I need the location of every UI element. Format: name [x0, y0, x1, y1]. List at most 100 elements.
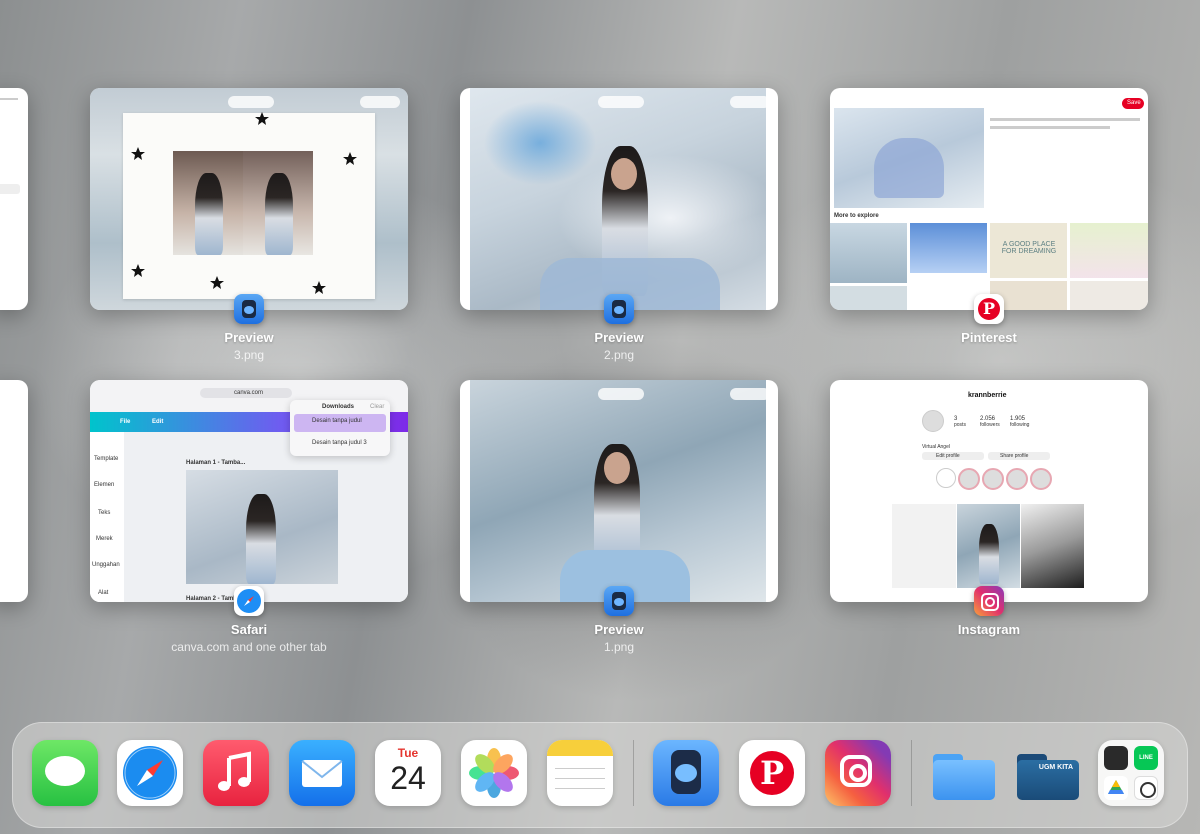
- preview-3-card[interactable]: [90, 88, 408, 310]
- camera-lens-icon: [849, 764, 867, 782]
- person-figure: [979, 524, 999, 584]
- calendar-icon[interactable]: Tue 24: [375, 740, 441, 806]
- app-name: Instagram: [957, 622, 1021, 637]
- music-icon[interactable]: [203, 740, 269, 806]
- explore-tile[interactable]: [830, 223, 907, 283]
- ig-post-thumb[interactable]: [892, 504, 956, 588]
- app-library-stack-icon[interactable]: LINE: [1098, 740, 1164, 806]
- canva-page-image[interactable]: [186, 470, 338, 584]
- pinterest-logo: P: [978, 298, 1000, 320]
- pin-figures: [874, 138, 944, 198]
- app-name: Preview: [224, 330, 274, 345]
- music-note-icon: [218, 751, 251, 791]
- photos-icon[interactable]: [461, 740, 527, 806]
- sidebar-item-merek[interactable]: Merek: [96, 536, 113, 542]
- pin-description-line: [990, 126, 1110, 129]
- ig-edit-profile-button[interactable]: Edit profile: [922, 452, 984, 460]
- download-filename: Desain tanpa judul 3: [312, 440, 367, 446]
- messages-icon[interactable]: [32, 740, 98, 806]
- pin-image: [834, 108, 984, 208]
- star-icon: [255, 112, 269, 125]
- instagram-icon[interactable]: [825, 740, 891, 806]
- pin-save-button[interactable]: Save: [1122, 98, 1144, 109]
- instagram-card[interactable]: krannberrie 3 posts 2.056 followers 1.90…: [830, 380, 1148, 602]
- ig-highlight[interactable]: [1006, 468, 1028, 490]
- explore-tile[interactable]: [1070, 223, 1148, 278]
- explore-tile[interactable]: A GOOD PLACE FOR DREAMING: [990, 223, 1067, 278]
- notes-line: [555, 768, 605, 769]
- chatgpt-logo: [1140, 782, 1156, 798]
- ig-highlight-new[interactable]: [936, 468, 956, 488]
- app-name: Preview: [594, 330, 644, 345]
- explore-tile[interactable]: [910, 223, 987, 273]
- person-face: [604, 452, 630, 484]
- tile-caption: A GOOD PLACE FOR DREAMING: [1001, 241, 1057, 255]
- star-icon: [131, 264, 145, 277]
- loupe-lens: [614, 598, 624, 606]
- ig-post-thumb[interactable]: [957, 504, 1020, 588]
- ugm-kita-folder-icon[interactable]: UGM KITA: [1015, 740, 1081, 806]
- drive-triangle-icon: [1108, 780, 1124, 794]
- sidebar-item-unggahan[interactable]: Unggahan: [92, 562, 120, 568]
- ig-post-thumb[interactable]: [1021, 504, 1084, 588]
- photos-flower-icon: [469, 748, 519, 798]
- preview-1-card[interactable]: [460, 380, 778, 602]
- page-2-title: Halaman 2 - Tamb: [186, 596, 237, 602]
- edit-profile-label: Edit profile: [936, 453, 960, 459]
- instagram-app-icon: [974, 586, 1004, 616]
- sidebar-item-alat[interactable]: Alat: [98, 590, 108, 596]
- instagram-label: Instagram: [830, 622, 1148, 637]
- compass-icon: [123, 746, 177, 800]
- ig-posts-label: posts: [954, 422, 966, 428]
- ig-highlight[interactable]: [982, 468, 1004, 490]
- ig-avatar[interactable]: [922, 410, 944, 432]
- notes-icon[interactable]: [547, 740, 613, 806]
- notes-line: [555, 778, 605, 779]
- download-item[interactable]: Desain tanpa judul: [294, 414, 386, 432]
- ig-share-profile-button[interactable]: Share profile: [988, 452, 1050, 460]
- preview-app-icon: [604, 586, 634, 616]
- explore-tile[interactable]: [830, 286, 907, 310]
- mail-icon[interactable]: [289, 740, 355, 806]
- download-filename: Desain tanpa judul: [312, 418, 362, 424]
- ig-highlight[interactable]: [958, 468, 980, 490]
- pinterest-card[interactable]: Save More to explore A GOOD PLACE FOR DR…: [830, 88, 1148, 310]
- safari-app-icon: [234, 586, 264, 616]
- address-bar[interactable]: canva.com: [200, 388, 292, 398]
- document-name: 1.png: [603, 640, 635, 654]
- files-folder-icon[interactable]: [931, 740, 997, 806]
- sidebar-item-elemen[interactable]: Elemen: [94, 482, 114, 488]
- preview-icon[interactable]: [653, 740, 719, 806]
- sidebar-item-teks[interactable]: Teks: [98, 510, 110, 516]
- notes-header: [547, 740, 613, 756]
- camera-app-mini-icon: [1104, 746, 1128, 770]
- star-icon: [312, 281, 326, 294]
- preview-2-card[interactable]: [460, 88, 778, 310]
- document-name: 2.png: [603, 348, 635, 362]
- loupe-lens: [614, 306, 624, 314]
- pinterest-icon[interactable]: P: [739, 740, 805, 806]
- compass-icon: [237, 589, 261, 613]
- notes-line: [555, 788, 605, 789]
- calendar-day: 24: [390, 760, 426, 796]
- ig-highlight[interactable]: [1030, 468, 1052, 490]
- preview-toolbar: [598, 96, 644, 108]
- clear-button[interactable]: Clear: [370, 404, 384, 410]
- envelope-icon: [301, 760, 343, 787]
- explore-tile[interactable]: [1070, 281, 1148, 310]
- safari-label: Safari canva.com and one other tab: [90, 622, 408, 654]
- sidebar-item-template[interactable]: Template: [94, 456, 118, 462]
- preview-actions: [730, 96, 770, 108]
- loupe-lens: [244, 306, 254, 314]
- canva-edit-menu[interactable]: Edit: [152, 419, 163, 425]
- line-app-mini-icon: LINE: [1134, 746, 1158, 770]
- person-face: [611, 158, 637, 190]
- app-name: Pinterest: [961, 330, 1017, 345]
- canva-file-menu[interactable]: File: [120, 419, 130, 425]
- chatgpt-app-mini-icon: [1134, 776, 1158, 800]
- preview-3-label: Preview 3.png: [90, 330, 408, 362]
- partial-app-card[interactable]: [0, 88, 28, 310]
- partial-app-card[interactable]: [0, 380, 28, 602]
- safari-icon[interactable]: [117, 740, 183, 806]
- safari-card[interactable]: canva.com File Edit Template Elemen Teks…: [90, 380, 408, 602]
